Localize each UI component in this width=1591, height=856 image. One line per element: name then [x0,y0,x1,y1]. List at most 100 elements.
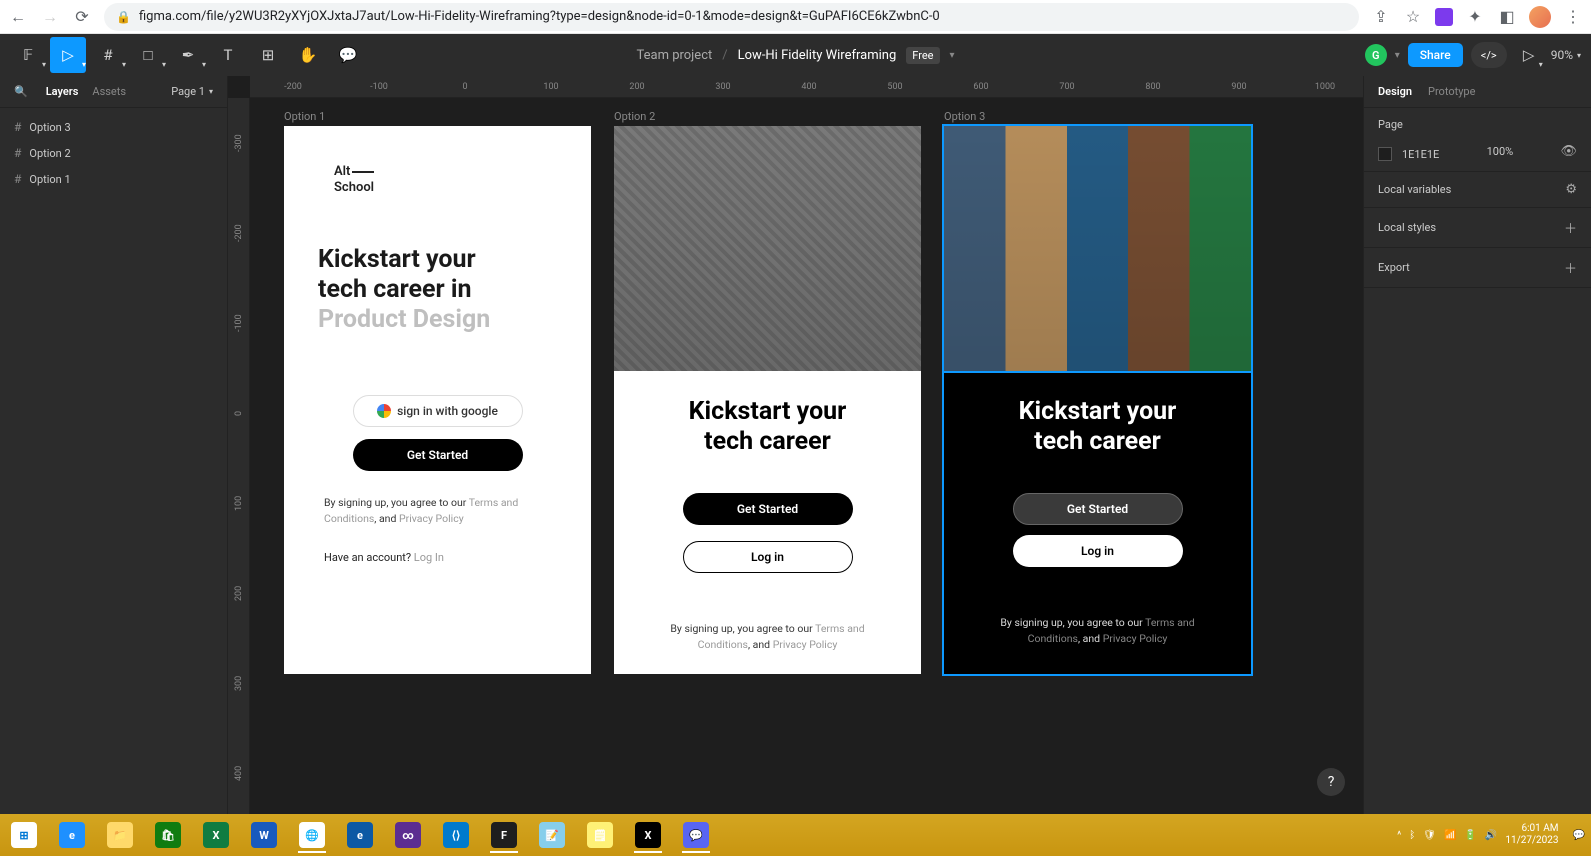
edge-icon[interactable]: e [342,820,378,850]
visual-studio-icon[interactable]: ∞ [390,820,426,850]
chrome-icon[interactable]: 🌐 [294,820,330,850]
help-button[interactable]: ? [1317,768,1345,796]
file-name[interactable]: Low-Hi Fidelity Wireframing [738,48,897,63]
get-started-button[interactable]: Get Started [1013,493,1183,525]
ms-store-icon[interactable]: 🛍 [150,820,186,850]
share-page-icon[interactable]: ⇪ [1371,7,1391,27]
bookmark-star-icon[interactable]: ☆ [1403,7,1423,27]
login-link[interactable]: Log In [414,551,444,564]
wifi-icon[interactable]: 📶 [1444,830,1456,841]
word-icon[interactable]: W [246,820,282,850]
tab-assets[interactable]: Assets [92,85,126,98]
background-opacity[interactable]: 100% [1487,145,1514,158]
hero-image-color [944,126,1251,371]
ruler-horizontal: -200-10001002003004005006007008009001000… [250,76,1363,98]
forward-button[interactable]: → [40,7,60,27]
local-styles-label: Local styles [1378,221,1436,234]
profile-avatar[interactable] [1529,6,1551,28]
layer-option-3[interactable]: #Option 3 [0,114,227,140]
plan-badge: Free [906,47,939,64]
google-signin-button[interactable]: sign in with google [353,395,523,427]
present-button[interactable]: ▷▾ [1515,37,1543,73]
frame-icon: # [14,172,21,186]
visibility-toggle-icon[interactable]: 👁 [1560,144,1577,159]
have-account-text: Have an account? Log In [284,527,591,564]
volume-icon[interactable]: 🔊 [1485,830,1497,841]
vscode-icon[interactable]: ⟨⟩ [438,820,474,850]
sticky-notes-icon[interactable]: 🗒 [582,820,618,850]
privacy-link[interactable]: Privacy Policy [399,512,464,525]
text-tool[interactable]: T [210,37,246,73]
battery-icon[interactable]: 🔋 [1464,830,1476,841]
add-export-icon[interactable]: ＋ [1564,258,1577,277]
google-icon [377,404,391,418]
hand-tool[interactable]: ✋ [290,37,326,73]
logo: Alt School [284,126,591,195]
variables-settings-icon[interactable]: ⚙ [1565,182,1577,197]
ie-icon[interactable]: e [54,820,90,850]
comment-tool[interactable]: 💬 [330,37,366,73]
discord-icon[interactable]: 💬 [678,820,714,850]
browser-menu-icon[interactable]: ⋮ [1563,7,1583,27]
tab-design[interactable]: Design [1378,85,1412,98]
url-text: figma.com/file/y2WU3R2yXYjOXJxtaJ7aut/Lo… [139,9,940,24]
layer-option-2[interactable]: #Option 2 [0,140,227,166]
collaborator-avatar[interactable]: G [1365,44,1387,66]
login-button[interactable]: Log in [683,541,853,573]
get-started-button[interactable]: Get Started [353,439,523,471]
artboard-option-3[interactable]: Kickstart your tech career Get Started L… [944,126,1251,674]
reload-button[interactable]: ⟳ [72,7,92,27]
background-hex[interactable]: 1E1E1E [1402,148,1439,161]
layer-option-1[interactable]: #Option 1 [0,166,227,192]
breadcrumb-separator: / [722,48,727,63]
get-started-button[interactable]: Get Started [683,493,853,525]
frame-label-1[interactable]: Option 1 [284,110,325,123]
file-explorer-icon[interactable]: 📁 [102,820,138,850]
back-button[interactable]: ← [8,7,28,27]
dev-mode-toggle[interactable]: </> [1471,42,1507,68]
shape-tool[interactable]: □▾ [130,37,166,73]
system-tray[interactable]: ^ ᛒ 🛡 📶 🔋 🔊 6:01 AM 11/27/2023 💬 [1397,823,1585,847]
frame-label-3[interactable]: Option 3 [944,110,985,123]
address-bar[interactable]: 🔒 figma.com/file/y2WU3R2yXYjOXJxtaJ7aut/… [104,3,1359,31]
clock[interactable]: 6:01 AM 11/27/2023 [1505,823,1564,847]
frame-label-2[interactable]: Option 2 [614,110,655,123]
background-swatch[interactable] [1378,147,1392,161]
excel-icon[interactable]: X [198,820,234,850]
privacy-link[interactable]: Privacy Policy [1103,632,1168,645]
file-breadcrumb: Team project / Low-Hi Fidelity Wireframi… [636,47,954,64]
collaborator-chevron-icon[interactable]: ▾ [1395,50,1400,61]
artboard-option-2[interactable]: Kickstart your tech career Get Started L… [614,126,921,674]
tab-layers[interactable]: Layers [46,85,79,98]
resources-tool[interactable]: ⊞ [250,37,286,73]
pen-tool[interactable]: ✒▾ [170,37,206,73]
share-button[interactable]: Share [1408,43,1463,67]
terms-text: By signing up, you agree to our Terms an… [944,567,1251,647]
page-selector[interactable]: Page 1 ▾ [171,85,213,98]
file-menu-chevron-icon[interactable]: ▾ [949,50,954,61]
notepad-icon[interactable]: 📝 [534,820,570,850]
login-button[interactable]: Log in [1013,535,1183,567]
search-icon[interactable]: 🔍 [14,85,28,98]
figma-icon[interactable]: F [486,820,522,850]
zoom-control[interactable]: 90% ▾ [1551,48,1581,62]
tab-prototype[interactable]: Prototype [1428,85,1475,98]
move-tool[interactable]: ▷▾ [50,37,86,73]
canvas[interactable]: -200-10001002003004005006007008009001000… [228,76,1363,814]
figma-toolbar: 𝔽▾ ▷▾ #▾ □▾ ✒▾ T ⊞ ✋ 💬 Team project / Lo… [0,34,1591,76]
start-button[interactable]: ⊞ [6,820,42,850]
x-app-icon[interactable]: X [630,820,666,850]
team-name[interactable]: Team project [636,48,712,63]
sidepanel-icon[interactable]: ◧ [1497,7,1517,27]
artboard-option-1[interactable]: Alt School Kickstart your tech career in… [284,126,591,674]
extensions-puzzle-icon[interactable]: ✦ [1465,7,1485,27]
privacy-link[interactable]: Privacy Policy [773,638,838,651]
add-style-icon[interactable]: ＋ [1564,218,1577,237]
shield-icon[interactable]: 🛡 [1423,830,1436,841]
bluetooth-icon[interactable]: ᛒ [1409,830,1415,841]
frame-tool[interactable]: #▾ [90,37,126,73]
extension-icon-1[interactable] [1435,8,1453,26]
tray-chevron-icon[interactable]: ^ [1397,830,1401,841]
notifications-icon[interactable]: 💬 [1573,830,1585,841]
main-menu[interactable]: 𝔽▾ [10,37,46,73]
